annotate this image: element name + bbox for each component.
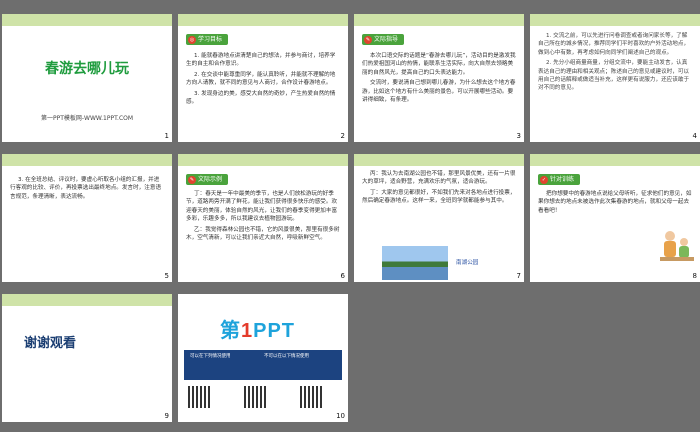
- slide-body: 把你想要中的春游地点说给父母听听，征求他们的意见，如果你想去的地点未被选作此次集…: [538, 190, 692, 217]
- slide-number: 10: [336, 412, 345, 420]
- example-icon: ✎: [188, 175, 196, 184]
- lake-photo: [382, 246, 448, 280]
- slide-topbar: [530, 14, 700, 26]
- slide-number: 3: [516, 132, 521, 140]
- paragraph: 2. 在交谈中能尊重同学，能认真聆听，并能就不理解的地方向人请教，就不同的意见与…: [186, 71, 336, 87]
- logo-part: PPT: [253, 320, 296, 342]
- logo-page: 第1PPT 可以在下列情况使用 不可以在以下情况使用: [178, 294, 348, 422]
- slide-number: 1: [164, 132, 169, 140]
- slide-topbar: [2, 14, 172, 26]
- usage-banner: 可以在下列情况使用 不可以在以下情况使用: [184, 350, 342, 380]
- slide-body: 丁：春天是一年中最美的季节，也是人们放松游玩的好季节，道路两旁开满了鲜花，能让我…: [186, 190, 340, 244]
- not-allowed-label: 不可以在以下情况使用: [264, 354, 309, 359]
- check-icon: ✓: [540, 175, 548, 184]
- paragraph: 3. 在全班总结、评议时，要虚心听取各小组的汇报，并进行客观的比较、评价，再投票…: [10, 177, 162, 200]
- slide-topbar: [354, 154, 524, 166]
- slide-body: 丙：我认为去南湖公园也不错，那里风景优美，还有一片很大的草坪，适合野营，充满欢乐…: [362, 170, 516, 208]
- slide-number: 9: [164, 412, 169, 420]
- slide-10[interactable]: 第1PPT 可以在下列情况使用 不可以在以下情况使用 10: [178, 294, 348, 422]
- logo-part: 第: [220, 320, 241, 342]
- slide-topbar: [178, 154, 348, 166]
- chat-icon: ✎: [364, 35, 372, 44]
- slide-topbar: [354, 14, 524, 26]
- section-badge: ✎ 文际指导: [362, 34, 405, 45]
- paragraph: 3. 发现身边的美，感受大自然的奇妙，产生热爱自然的情感。: [186, 90, 336, 106]
- slide-body: 3. 在全班总结、评议时，要虚心听取各小组的汇报，并进行客观的比较、评价，再投票…: [10, 176, 164, 203]
- paragraph: 本次口语交际的话题是“春游去哪儿玩”，活动目的是激发我们热爱祖国河山的热情，能联…: [362, 53, 516, 76]
- brand-logo: 第1PPT: [220, 314, 295, 343]
- slide-title: 谢谢观看: [24, 336, 77, 351]
- slide-number: 6: [340, 272, 345, 280]
- badge-label: 文际指导: [374, 36, 399, 43]
- slide-8[interactable]: ✓ 针对训练 把你想要中的春游地点说给父母听听，征求他们的意见，如果你想去的地点未…: [530, 154, 700, 282]
- paragraph: 2. 先分小组商量商量，分组交流中，要能主动发言，认真表达自己的理由和相关观点；…: [538, 60, 690, 92]
- target-icon: ◎: [188, 35, 196, 44]
- qr-row: [188, 386, 338, 412]
- logo-part: 1: [241, 320, 254, 342]
- paragraph: 交流时，要说清自己想到哪儿春游，为什么想去这个地方春游，比如这个地方有什么美丽的…: [362, 80, 516, 104]
- slide-number: 4: [692, 132, 697, 140]
- section-badge: ✓ 针对训练: [538, 174, 581, 185]
- slide-topbar: [178, 14, 348, 26]
- slide-number: 8: [692, 272, 697, 280]
- paragraph: 1. 能就春游地点讲清楚自己的想法，并参与商讨，培养学生的自主和合作意识。: [186, 53, 336, 68]
- slide-5[interactable]: 3. 在全班总结、评议时，要虚心听取各小组的汇报，并进行客观的比较、评价，再投票…: [2, 154, 172, 282]
- allowed-label: 可以在下列情况使用: [190, 354, 231, 359]
- photo-caption: 南湖公园: [456, 260, 479, 266]
- section-badge: ◎ 学习目标: [186, 34, 229, 45]
- slide-topbar: [2, 154, 172, 166]
- paragraph: 1. 交流之前，可以先进行问卷调查或者询问家长等，了解自己所在的城乡情况，推荐同…: [538, 33, 690, 56]
- slide-number: 5: [164, 272, 169, 280]
- slide-topbar: [2, 294, 172, 306]
- badge-label: 针对训练: [550, 176, 575, 183]
- slide-4[interactable]: 1. 交流之前，可以先进行问卷调查或者询问家长等，了解自己所在的城乡情况，推荐同…: [530, 14, 700, 142]
- slide-1[interactable]: 春游去哪儿玩 第一PPT模板网-WWW.1PPT.COM 1: [2, 14, 172, 142]
- qr-code-icon: [188, 386, 210, 408]
- badge-label: 文际示例: [198, 176, 223, 183]
- qr-code-icon: [244, 386, 266, 408]
- family-illustration: [660, 231, 694, 261]
- paragraph: 把你想要中的春游地点说给父母听听，征求他们的意见，如果你想去的地点未被选作此次集…: [538, 191, 692, 214]
- slide-3[interactable]: ✎ 文际指导 本次口语交际的话题是“春游去哪儿玩”，活动目的是激发我们热爱祖国河山…: [354, 14, 524, 142]
- slide-number: 7: [516, 272, 521, 280]
- slide-9[interactable]: 谢谢观看 9: [2, 294, 172, 422]
- slide-body: 本次口语交际的话题是“春游去哪儿玩”，活动目的是激发我们热爱祖国河山的热情，能联…: [362, 52, 516, 106]
- paragraph: 丙：我认为去南湖公园也不错，那里风景优美，还有一片很大的草坪，适合野营，充满欢乐…: [362, 171, 516, 186]
- paragraph: 乙：我觉得森林公园也不错，它的风景很美，那里有很多树木，空气清新，可以让我们亲近…: [186, 226, 340, 242]
- slide-number: 2: [340, 132, 345, 140]
- section-badge: ✎ 文际示例: [186, 174, 229, 185]
- slide-body: 1. 交流之前，可以先进行问卷调查或者询问家长等，了解自己所在的城乡情况，推荐同…: [538, 32, 692, 95]
- paragraph: 丁：大家的意见都很好，不如我们先来对各地点进行投票，然后确定春游地点。这样一来，…: [362, 189, 516, 205]
- qr-code-icon: [300, 386, 322, 408]
- slide-body: 1. 能就春游地点讲清楚自己的想法，并参与商讨，培养学生的自主和合作意识。 2.…: [186, 52, 340, 108]
- slide-7[interactable]: 丙：我认为去南湖公园也不错，那里风景优美，还有一片很大的草坪，适合野营，充满欢乐…: [354, 154, 524, 282]
- paragraph: 丁：春天是一年中最美的季节，也是人们放松游玩的好季节，道路两旁开满了鲜花，能让我…: [186, 191, 338, 223]
- slide-6[interactable]: ✎ 文际示例 丁：春天是一年中最美的季节，也是人们放松游玩的好季节，道路两旁开满了…: [178, 154, 348, 282]
- slide-2[interactable]: ◎ 学习目标 1. 能就春游地点讲清楚自己的想法，并参与商讨，培养学生的自主和合作…: [178, 14, 348, 142]
- slide-title: 春游去哪儿玩: [45, 61, 129, 77]
- slide-topbar: [530, 154, 700, 166]
- slide-subtitle: 第一PPT模板网-WWW.1PPT.COM: [40, 115, 134, 122]
- badge-label: 学习目标: [198, 36, 223, 43]
